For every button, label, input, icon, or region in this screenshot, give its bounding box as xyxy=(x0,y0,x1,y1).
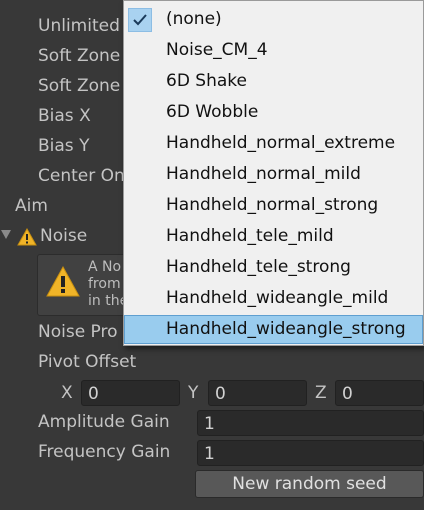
label-bias-y: Bias Y xyxy=(38,136,90,156)
label-frequency-gain: Frequency Gain xyxy=(38,442,171,462)
menu-item-label: Handheld_normal_extreme xyxy=(166,133,396,153)
checkmark-icon xyxy=(128,8,152,32)
menu-item-label: 6D Wobble xyxy=(166,102,259,122)
menu-item[interactable]: Handheld_tele_mild xyxy=(124,222,423,251)
menu-item[interactable]: Handheld_normal_mild xyxy=(124,160,423,189)
menu-item-label: 6D Shake xyxy=(166,71,247,91)
label-pivot-offset: Pivot Offset xyxy=(38,352,137,372)
menu-item-label: Handheld_tele_strong xyxy=(166,257,351,277)
label-unlimited: Unlimited xyxy=(38,16,120,36)
noise-profile-dropdown-menu: (none) Noise_CM_4 6D Shake 6D Wobble Han… xyxy=(123,0,424,346)
warning-icon xyxy=(17,228,37,246)
menu-item-label: Noise_CM_4 xyxy=(166,40,268,60)
menu-item-label: Handheld_tele_mild xyxy=(166,226,334,246)
label-noise-profile: Noise Pro xyxy=(38,322,118,342)
menu-item[interactable]: 6D Shake xyxy=(124,67,423,96)
menu-item[interactable]: Noise_CM_4 xyxy=(124,36,423,65)
label-soft-zone-width: Soft Zone xyxy=(38,46,121,66)
pivot-z-label[interactable]: Z xyxy=(315,383,327,403)
menu-item[interactable]: Handheld_tele_strong xyxy=(124,253,423,282)
pivot-x-label[interactable]: X xyxy=(61,383,73,403)
label-amplitude-gain: Amplitude Gain xyxy=(38,412,170,432)
amplitude-gain-field[interactable]: 1 xyxy=(197,410,424,436)
section-noise[interactable]: Noise xyxy=(40,226,87,246)
pivot-y-field[interactable]: 0 xyxy=(208,380,307,406)
menu-item-highlighted[interactable]: Handheld_wideangle_strong xyxy=(124,315,423,344)
menu-item-label: Handheld_normal_strong xyxy=(166,195,379,215)
menu-item[interactable]: Handheld_normal_strong xyxy=(124,191,423,220)
warning-large-icon xyxy=(46,265,80,297)
label-center-on: Center On xyxy=(38,166,125,186)
menu-item[interactable]: Handheld_wideangle_mild xyxy=(124,284,423,313)
section-aim[interactable]: Aim xyxy=(15,196,48,216)
foldout-triangle-icon[interactable] xyxy=(1,230,11,240)
new-random-seed-button[interactable]: New random seed xyxy=(195,470,424,498)
menu-item-label: Handheld_normal_mild xyxy=(166,164,361,184)
menu-item-none[interactable]: (none) xyxy=(124,5,423,34)
pivot-z-field[interactable]: 0 xyxy=(335,380,424,406)
menu-item[interactable]: 6D Wobble xyxy=(124,98,423,127)
menu-item-label: (none) xyxy=(166,9,222,29)
label-soft-zone-height: Soft Zone xyxy=(38,76,121,96)
menu-item-label: Handheld_wideangle_mild xyxy=(166,288,389,308)
pivot-x-field[interactable]: 0 xyxy=(81,380,180,406)
pivot-y-label[interactable]: Y xyxy=(188,383,198,403)
label-bias-x: Bias X xyxy=(38,106,91,126)
menu-item-label: Handheld_wideangle_strong xyxy=(166,319,406,339)
menu-item[interactable]: Handheld_normal_extreme xyxy=(124,129,423,158)
frequency-gain-field[interactable]: 1 xyxy=(197,440,424,466)
